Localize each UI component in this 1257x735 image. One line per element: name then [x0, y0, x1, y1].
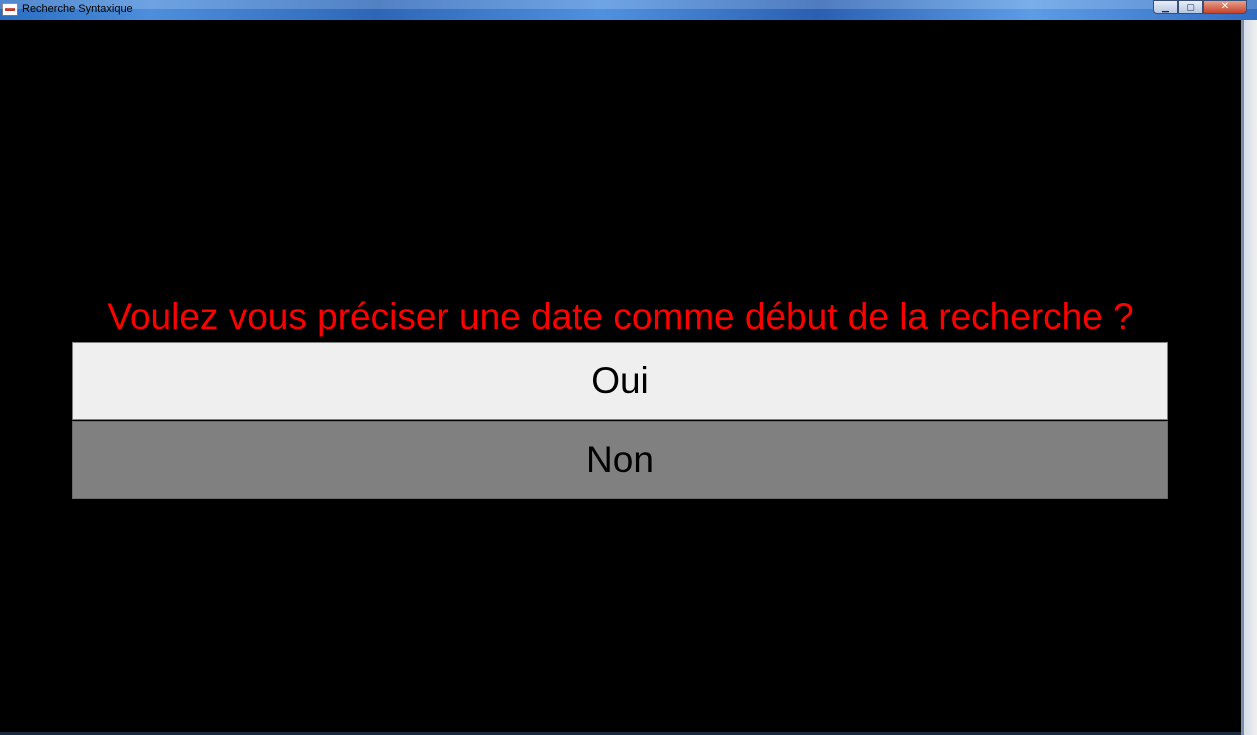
minimize-button[interactable]: ▁ — [1153, 0, 1178, 14]
oui-button-label: Oui — [591, 360, 649, 401]
app-window: Recherche Syntaxique ▁ ▢ ✕ Voulez vous p… — [0, 0, 1257, 735]
close-button[interactable]: ✕ — [1203, 0, 1247, 14]
app-icon — [2, 3, 18, 16]
close-icon: ✕ — [1220, 1, 1230, 12]
non-button[interactable]: Non — [72, 421, 1168, 499]
caption-buttons: ▁ ▢ ✕ — [1153, 0, 1247, 14]
question-prompt: Voulez vous préciser une date comme débu… — [107, 296, 1134, 337]
oui-button[interactable]: Oui — [72, 342, 1168, 420]
window-frame-edge — [1241, 20, 1257, 735]
minimize-icon: ▁ — [1162, 1, 1169, 12]
non-button-label: Non — [586, 439, 654, 480]
maximize-icon: ▢ — [1186, 1, 1195, 12]
maximize-button[interactable]: ▢ — [1178, 0, 1203, 14]
window-title: Recherche Syntaxique — [22, 3, 133, 15]
title-bar[interactable]: Recherche Syntaxique ▁ ▢ ✕ — [0, 0, 1257, 20]
